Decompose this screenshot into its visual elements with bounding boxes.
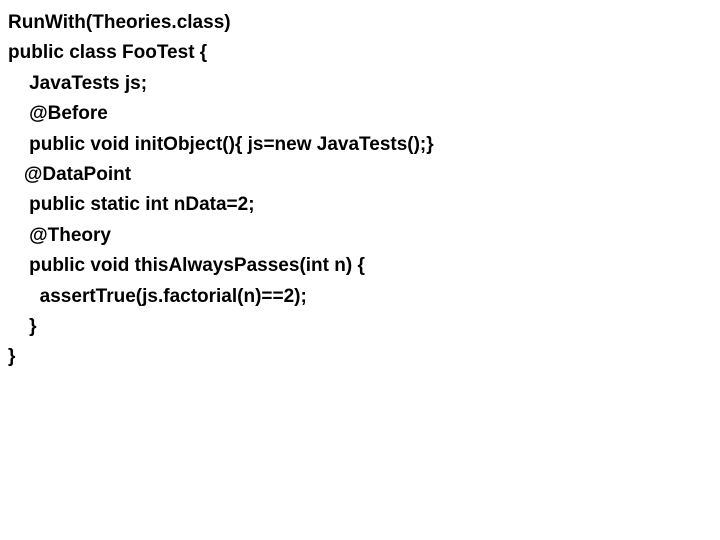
- code-line: public class FooTest {: [8, 38, 712, 68]
- code-block: RunWith(Theories.class) public class Foo…: [8, 8, 712, 373]
- code-line: }: [8, 342, 712, 372]
- code-line: public void initObject(){ js=new JavaTes…: [8, 130, 712, 160]
- code-line: @DataPoint: [8, 160, 712, 190]
- code-line: JavaTests js;: [8, 69, 712, 99]
- code-line: @Theory: [8, 221, 712, 251]
- code-line: public static int nData=2;: [8, 190, 712, 220]
- code-line: }: [8, 312, 712, 342]
- code-line: @Before: [8, 99, 712, 129]
- code-line: public void thisAlwaysPasses(int n) {: [8, 251, 712, 281]
- code-line: assertTrue(js.factorial(n)==2);: [8, 282, 712, 312]
- code-line: RunWith(Theories.class): [8, 8, 712, 38]
